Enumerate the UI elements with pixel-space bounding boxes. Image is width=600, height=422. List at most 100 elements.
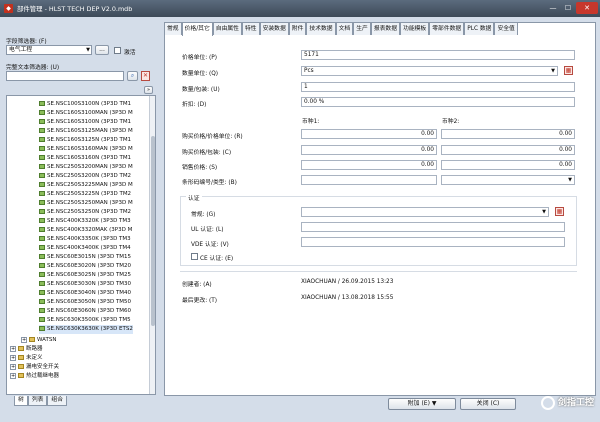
modified-label: 最后更改: (T) <box>182 298 218 304</box>
tree-item[interactable]: SE.NSC160S3125N (3P3D TM1 <box>39 136 131 145</box>
expand-icon[interactable]: + <box>10 354 16 361</box>
tree-item[interactable]: SE.NSC60E3015N (3P3D TM15 <box>39 253 131 262</box>
vde-cert-field[interactable] <box>301 237 565 247</box>
tab-function-template[interactable]: 功能模板 <box>400 22 430 35</box>
tree-item[interactable]: SE.NSC60E3050N (3P3D TM50 <box>39 298 131 307</box>
tab-tree[interactable]: 树 <box>14 396 28 406</box>
barcode-type-select[interactable]: ▼ <box>441 175 575 185</box>
extra-button[interactable]: 附加 (E) ▼ <box>388 398 456 410</box>
tree-group[interactable]: + 漏电安全开关 <box>10 363 59 372</box>
qty-unit-select[interactable]: Pcs ▼ <box>301 66 558 76</box>
tree-item[interactable]: SE.NSC160S3125MAN (3P3D M <box>39 127 133 136</box>
tree-item[interactable]: SE.NSC250S3225MAN (3P3D M <box>39 181 133 190</box>
tab-technical[interactable]: 技术数据 <box>306 22 336 35</box>
field-filter-select[interactable]: 电气工程 ▼ <box>6 45 92 55</box>
close-window-button[interactable]: ✕ <box>576 2 598 14</box>
qty-unit-edit-icon[interactable]: ▦ <box>564 66 573 75</box>
browse-button[interactable]: ... <box>95 45 109 55</box>
clear-filter-icon[interactable]: ✕ <box>141 71 150 81</box>
tree-item[interactable]: SE.NSC60E3025N (3P3D TM25 <box>39 271 131 280</box>
sale-price-currency1-field[interactable]: 0.00 <box>301 160 437 170</box>
discount-field[interactable]: 0.00 % <box>301 97 575 107</box>
tree-item[interactable]: SE.NSC60E3060N (3P3D TM60 <box>39 307 131 316</box>
tab-safety[interactable]: 安全值 <box>494 22 518 35</box>
tree-item[interactable]: SE.NSC160S3160N (3P3D TM1 <box>39 154 131 163</box>
qty-unit-label: 数量单位: (Q) <box>182 71 219 77</box>
activate-checkbox[interactable] <box>114 47 121 54</box>
part-icon <box>39 227 45 232</box>
tree-group-label: 热过载继电器 <box>26 373 60 379</box>
expand-icon[interactable]: + <box>10 372 16 379</box>
tree-item[interactable]: SE.NSC400K3350K (3P3D TM3 <box>39 235 131 244</box>
buy-price-currency1-field[interactable]: 0.00 <box>301 129 437 139</box>
minimize-button[interactable]: — <box>546 2 560 14</box>
tree-item[interactable]: SE.NSC400K3320K (3P3D TM3 <box>39 217 131 226</box>
general-cert-select[interactable]: ▼ <box>301 207 549 217</box>
ce-cert-checkbox[interactable] <box>191 253 198 260</box>
tree-item[interactable]: SE.NSC250S3250N (3P3D TM2 <box>39 208 131 217</box>
expand-icon[interactable]: + <box>10 363 16 370</box>
tree-scrollbar[interactable] <box>149 96 155 394</box>
tree-group[interactable]: + 未定义 <box>10 354 43 363</box>
buy-price-currency2-field[interactable]: 0.00 <box>441 129 575 139</box>
tab-price[interactable]: 价格/其它 <box>181 22 213 36</box>
part-icon <box>39 263 45 268</box>
ul-cert-field[interactable] <box>301 222 565 232</box>
activate-label: 激活 <box>124 50 136 56</box>
tree-item[interactable]: SE.NSC250S3200N (3P3D TM2 <box>39 172 131 181</box>
tab-list[interactable]: 列表 <box>27 396 48 406</box>
tree-item[interactable]: SE.NSC60E3020N (3P3D TM20 <box>39 262 131 271</box>
part-icon <box>39 236 45 241</box>
tab-free-properties[interactable]: 自由属性 <box>212 22 242 35</box>
search-icon[interactable]: ⌕ <box>127 71 138 81</box>
tree-item[interactable]: SE.NSC60E3040N (3P3D TM40 <box>39 289 131 298</box>
field-filter-label: 字段筛选器: (F) <box>6 39 47 45</box>
tree-item[interactable]: SE.NSC160S3100MAN (3P3D M <box>39 109 133 118</box>
tab-report[interactable]: 报表数据 <box>370 22 401 35</box>
buy-pack-currency2-field[interactable]: 0.00 <box>441 145 575 155</box>
tree-item[interactable]: SE.NSC160S3100N (3P3D TM1 <box>39 118 131 127</box>
barcode-field[interactable] <box>301 175 437 185</box>
tab-part-data[interactable]: 零部件数据 <box>429 22 465 35</box>
tree-group[interactable]: + WATSN <box>21 336 56 345</box>
buy-pack-currency1-field[interactable]: 0.00 <box>301 145 437 155</box>
tab-mounting[interactable]: 安装数据 <box>259 22 289 35</box>
vde-cert-label: VDE 认证: (V) <box>191 242 229 248</box>
scrollbar-thumb[interactable] <box>151 136 155 326</box>
sale-price-currency2-field[interactable]: 0.00 <box>441 160 575 170</box>
tab-documents[interactable]: 文档 <box>335 22 354 35</box>
tree-item[interactable]: SE.NSC400K3400K (3P3D TM4 <box>39 244 131 253</box>
expand-tree-icon[interactable]: » <box>144 86 153 94</box>
tree-item[interactable]: SE.NSC250S3200MAN (3P3D M <box>39 163 133 172</box>
tree-item-selected[interactable]: SE.NSC630K3630K (3P3D ETS2 <box>39 325 133 334</box>
tree-group[interactable]: + 断路器 <box>10 345 43 354</box>
tree-item-label: SE.NSC400K3320MAK (3P3D M <box>47 227 133 233</box>
tab-accessories[interactable]: 附件 <box>288 22 307 35</box>
tree-item[interactable]: SE.NSC60E3030N (3P3D TM30 <box>39 280 131 289</box>
text-filter-input[interactable] <box>6 71 124 81</box>
tab-production[interactable]: 生产 <box>353 22 371 35</box>
part-icon <box>39 326 45 331</box>
tree-item[interactable]: SE.NSC250S3225N (3P3D TM2 <box>39 190 131 199</box>
expand-icon[interactable]: + <box>21 336 27 343</box>
expand-icon[interactable]: + <box>10 345 16 352</box>
tree-item[interactable]: SE.NSC400K3320MAK (3P3D M <box>39 226 132 235</box>
part-icon <box>39 200 45 205</box>
chevron-down-icon: ▼ <box>551 68 555 74</box>
field-filter-value: 电气工程 <box>9 47 33 53</box>
price-unit-field[interactable]: 5171 <box>301 50 575 60</box>
tree-group[interactable]: + 热过载继电器 <box>10 372 59 381</box>
tree-item[interactable]: SE.NSC250S3250MAN (3P3D M <box>39 199 133 208</box>
tree-item[interactable]: SE.NSC100S3100N (3P3D TM1 <box>39 100 131 109</box>
tree-item[interactable]: SE.NSC630K3500K (3P3D TM5 <box>39 316 131 325</box>
maximize-button[interactable]: ☐ <box>561 2 575 14</box>
tree-item[interactable]: SE.NSC160S3160MAN (3P3D M <box>39 145 133 154</box>
tab-features[interactable]: 特性 <box>241 22 260 35</box>
qty-pack-field[interactable]: 1 <box>301 82 575 92</box>
tab-combined[interactable]: 组合 <box>47 396 68 406</box>
general-cert-edit-icon[interactable]: ▦ <box>555 207 564 216</box>
tab-plc[interactable]: PLC 数据 <box>464 22 495 35</box>
price-unit-label: 价格单位: (P) <box>182 55 218 61</box>
tab-general[interactable]: 常规 <box>164 22 182 35</box>
part-tree[interactable]: SE.NSC100S3100N (3P3D TM1 SE.NSC160S3100… <box>6 95 156 395</box>
